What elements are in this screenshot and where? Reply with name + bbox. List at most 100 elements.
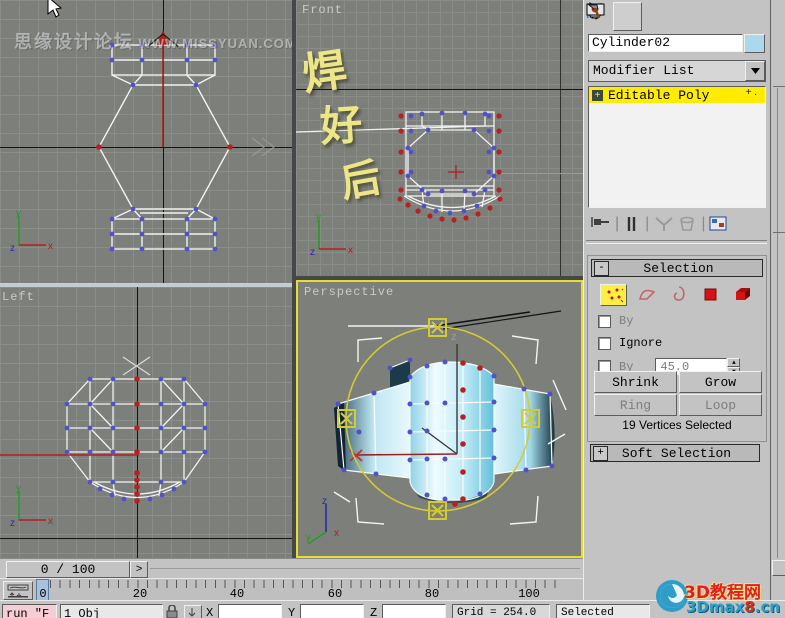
svg-text:y: y	[316, 212, 321, 223]
modifier-list-dropdown[interactable]: Modifier List	[588, 60, 766, 82]
trackbar-tick-label: 0	[39, 587, 47, 601]
by-vertex-checkbox[interactable]	[598, 314, 611, 328]
pin-stack-icon[interactable]	[588, 215, 612, 233]
selection-status-text: 19 Vertices Selected	[622, 418, 732, 432]
grow-button[interactable]: Grow	[679, 371, 762, 393]
trackbar-tick-label: 60	[327, 587, 343, 601]
viewport-front-label: Front	[302, 3, 344, 17]
make-unique-icon[interactable]	[652, 215, 676, 233]
by-vertex-row: By	[598, 314, 766, 328]
polygon-mode-button[interactable]	[698, 284, 723, 304]
soft-selection-title: Soft Selection	[621, 445, 732, 461]
svg-text:x: x	[348, 245, 353, 256]
open-mini-trackbar-button[interactable]	[3, 581, 33, 600]
collapse-minus-icon[interactable]: -	[594, 260, 609, 276]
expand-plus-icon[interactable]: +	[592, 89, 603, 101]
absolute-mode-toggle[interactable]	[184, 605, 202, 618]
remove-modifier-icon[interactable]	[676, 215, 698, 233]
logo-url: 3Dmax8.cn	[686, 598, 780, 616]
edge-icon	[638, 289, 655, 300]
polygon-icon	[704, 288, 716, 301]
svg-text:y: y	[306, 532, 311, 543]
max-application-window: { "watermark": { "text1": "思缘设计论坛", "tex…	[0, 0, 785, 618]
perspective-axis-tripod: z x y	[306, 496, 339, 545]
stack-sparkle-marks: + .	[745, 87, 757, 98]
by-vertex-label: By	[619, 314, 634, 328]
viewport-top[interactable]: y x z 思缘设计论坛 WWW.MISSYUAN.COM	[0, 0, 292, 283]
trackbar-tick-label: 40	[229, 587, 245, 601]
modifier-stack-toolbar: | | |	[588, 211, 764, 237]
spinner-up-icon[interactable]: ▲	[727, 358, 741, 367]
loop-button[interactable]: Loop	[679, 394, 762, 416]
svg-text:z: z	[310, 247, 315, 258]
border-icon	[673, 286, 685, 301]
time-slider-thumb[interactable]: 0 / 100	[6, 561, 130, 578]
element-mode-button[interactable]	[730, 284, 755, 304]
selection-rollout-title: Selection	[643, 260, 714, 276]
watermark-url: WWW.MISSYUAN.COM	[138, 36, 292, 51]
border-mode-button[interactable]	[666, 284, 691, 304]
object-color-swatch[interactable]	[744, 34, 765, 53]
configure-modifier-sets-icon[interactable]	[708, 215, 730, 233]
time-slider-bar: 0 / 100 >	[0, 558, 583, 579]
utilities-tab-icon	[587, 4, 601, 19]
logo-url-pre: 3Dmax	[686, 598, 745, 616]
x-coord-field[interactable]	[218, 604, 282, 618]
modifier-list-arrow-button[interactable]	[745, 61, 765, 81]
modifier-list-label: Modifier List	[593, 63, 695, 78]
tab-modify[interactable]	[587, 2, 642, 31]
stack-item-label: Editable Poly	[608, 87, 710, 103]
track-bar[interactable]: 0 20 40 60 80 100	[0, 578, 583, 601]
ring-button[interactable]: Ring	[594, 394, 677, 416]
trackbar-tick-label: 80	[424, 587, 440, 601]
panel-edge-mark	[773, 86, 785, 87]
subobject-icon-row	[588, 280, 766, 308]
viewport-left[interactable]: Left y x z	[0, 287, 292, 558]
ignore-backfacing-checkbox[interactable]	[598, 336, 611, 350]
z-coord-field[interactable]	[382, 604, 446, 618]
modifier-stack[interactable]: + Editable Poly + .	[588, 86, 766, 208]
tab-utilities[interactable]	[587, 2, 750, 27]
site-logo: 3D教程网 3Dmax8.cn	[652, 576, 785, 617]
shrink-button[interactable]: Shrink	[594, 371, 677, 393]
vertex-icon	[607, 288, 623, 303]
trackbar-tick-label: 100	[518, 587, 540, 601]
trackbar-tick-label: 20	[132, 587, 148, 601]
panel-edge-mark	[773, 232, 785, 233]
y-coord-label: Y	[288, 606, 296, 618]
z-coord-label: Z	[370, 606, 378, 618]
top-axis-tripod: y x z	[10, 208, 53, 254]
command-panel: Cylinder02 Modifier List + Editable Poly…	[583, 0, 771, 617]
viewport-perspective[interactable]: Perspective z z x y	[296, 280, 583, 558]
modifier-stack-item-editable-poly[interactable]: + Editable Poly + .	[589, 87, 765, 103]
object-name-field[interactable]: Cylinder02	[588, 34, 743, 52]
watermark-missyuan: 思缘设计论坛 WWW.MISSYUAN.COM	[14, 28, 292, 54]
selection-lock-icon[interactable]	[166, 605, 178, 618]
vertex-mode-button[interactable]	[600, 284, 627, 306]
edge-mode-button[interactable]	[634, 284, 659, 304]
time-slider-track[interactable]	[150, 568, 580, 569]
svg-text:y: y	[16, 483, 21, 494]
ignore-backfacing-label: Ignore	[619, 336, 663, 350]
soft-selection-rollout-header[interactable]: + Soft Selection	[590, 444, 760, 462]
watermark-cn: 思缘设计论坛	[14, 32, 134, 52]
next-frame-button[interactable]: >	[130, 561, 148, 578]
selection-rollout-header[interactable]: - Selection	[591, 259, 763, 277]
mouse-cursor	[47, 0, 63, 18]
viewport-front[interactable]: Front 焊 好 后 y x z	[296, 0, 583, 276]
maxscript-mini-listener[interactable]: run "F	[2, 604, 57, 618]
viewport-splitter-horizontal-left[interactable]	[0, 283, 292, 287]
expand-plus-icon[interactable]: +	[593, 445, 608, 461]
svg-text:z: z	[10, 518, 15, 529]
mini-curve-editor-icon	[7, 584, 29, 598]
tab-display[interactable]	[586, 2, 723, 27]
viewport-splitter-horizontal-right[interactable]	[296, 276, 583, 280]
svg-text:z: z	[451, 331, 457, 343]
show-end-result-icon[interactable]	[622, 215, 642, 233]
tab-hierarchy[interactable]	[586, 2, 669, 27]
tab-motion[interactable]	[587, 2, 696, 27]
logo-url-num: 8	[744, 598, 755, 616]
chevron-down-icon	[750, 68, 760, 74]
ignore-backfacing-row: Ignore	[598, 336, 766, 350]
y-coord-field[interactable]	[300, 604, 364, 618]
